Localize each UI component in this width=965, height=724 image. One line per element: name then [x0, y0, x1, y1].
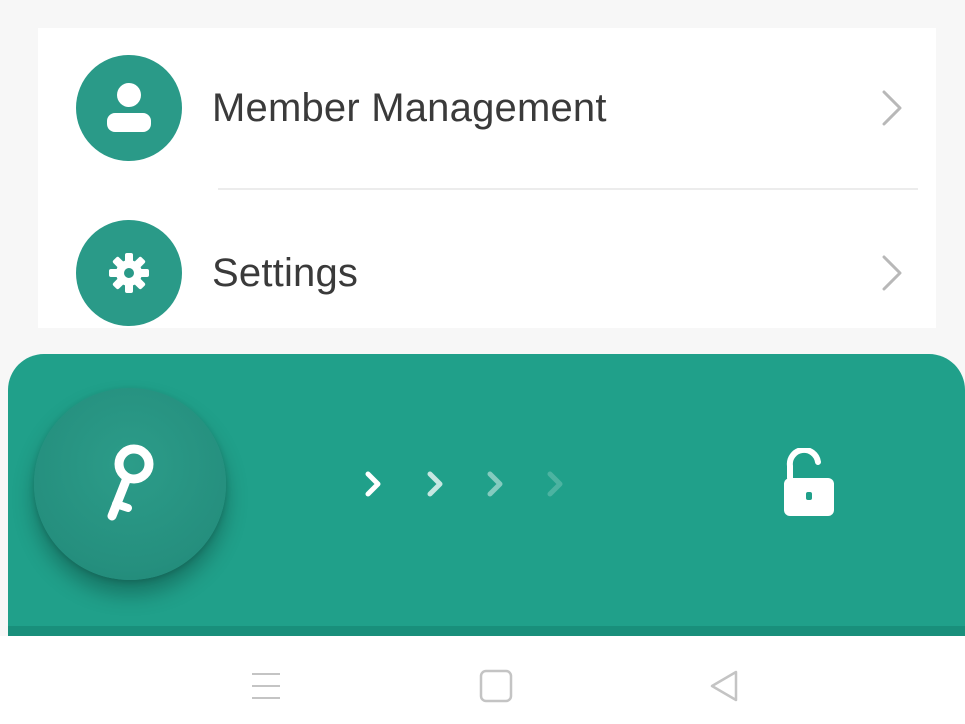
home-icon[interactable] [476, 666, 516, 706]
key-icon [107, 444, 154, 521]
menu-icon[interactable] [246, 666, 286, 706]
unlock-panel-edge [8, 626, 965, 636]
settings-icon-badge [76, 220, 182, 326]
menu-item-settings[interactable]: Settings [38, 203, 936, 343]
back-icon[interactable] [704, 666, 744, 706]
gear-icon [109, 253, 149, 293]
menu-card: Member Management Settings [38, 28, 936, 328]
swipe-right-arrows-icon [365, 471, 563, 497]
unlock-icon[interactable] [780, 448, 838, 518]
menu-item-member-management[interactable]: Member Management [38, 38, 936, 178]
member-icon-badge [76, 55, 182, 161]
menu-divider [218, 188, 918, 190]
menu-item-label: Settings [212, 250, 359, 295]
chevron-right-icon [882, 90, 902, 126]
chevron-right-icon [882, 255, 902, 291]
person-icon [107, 83, 151, 132]
unlock-slider-handle[interactable] [34, 388, 226, 580]
menu-item-label: Member Management [212, 85, 607, 130]
